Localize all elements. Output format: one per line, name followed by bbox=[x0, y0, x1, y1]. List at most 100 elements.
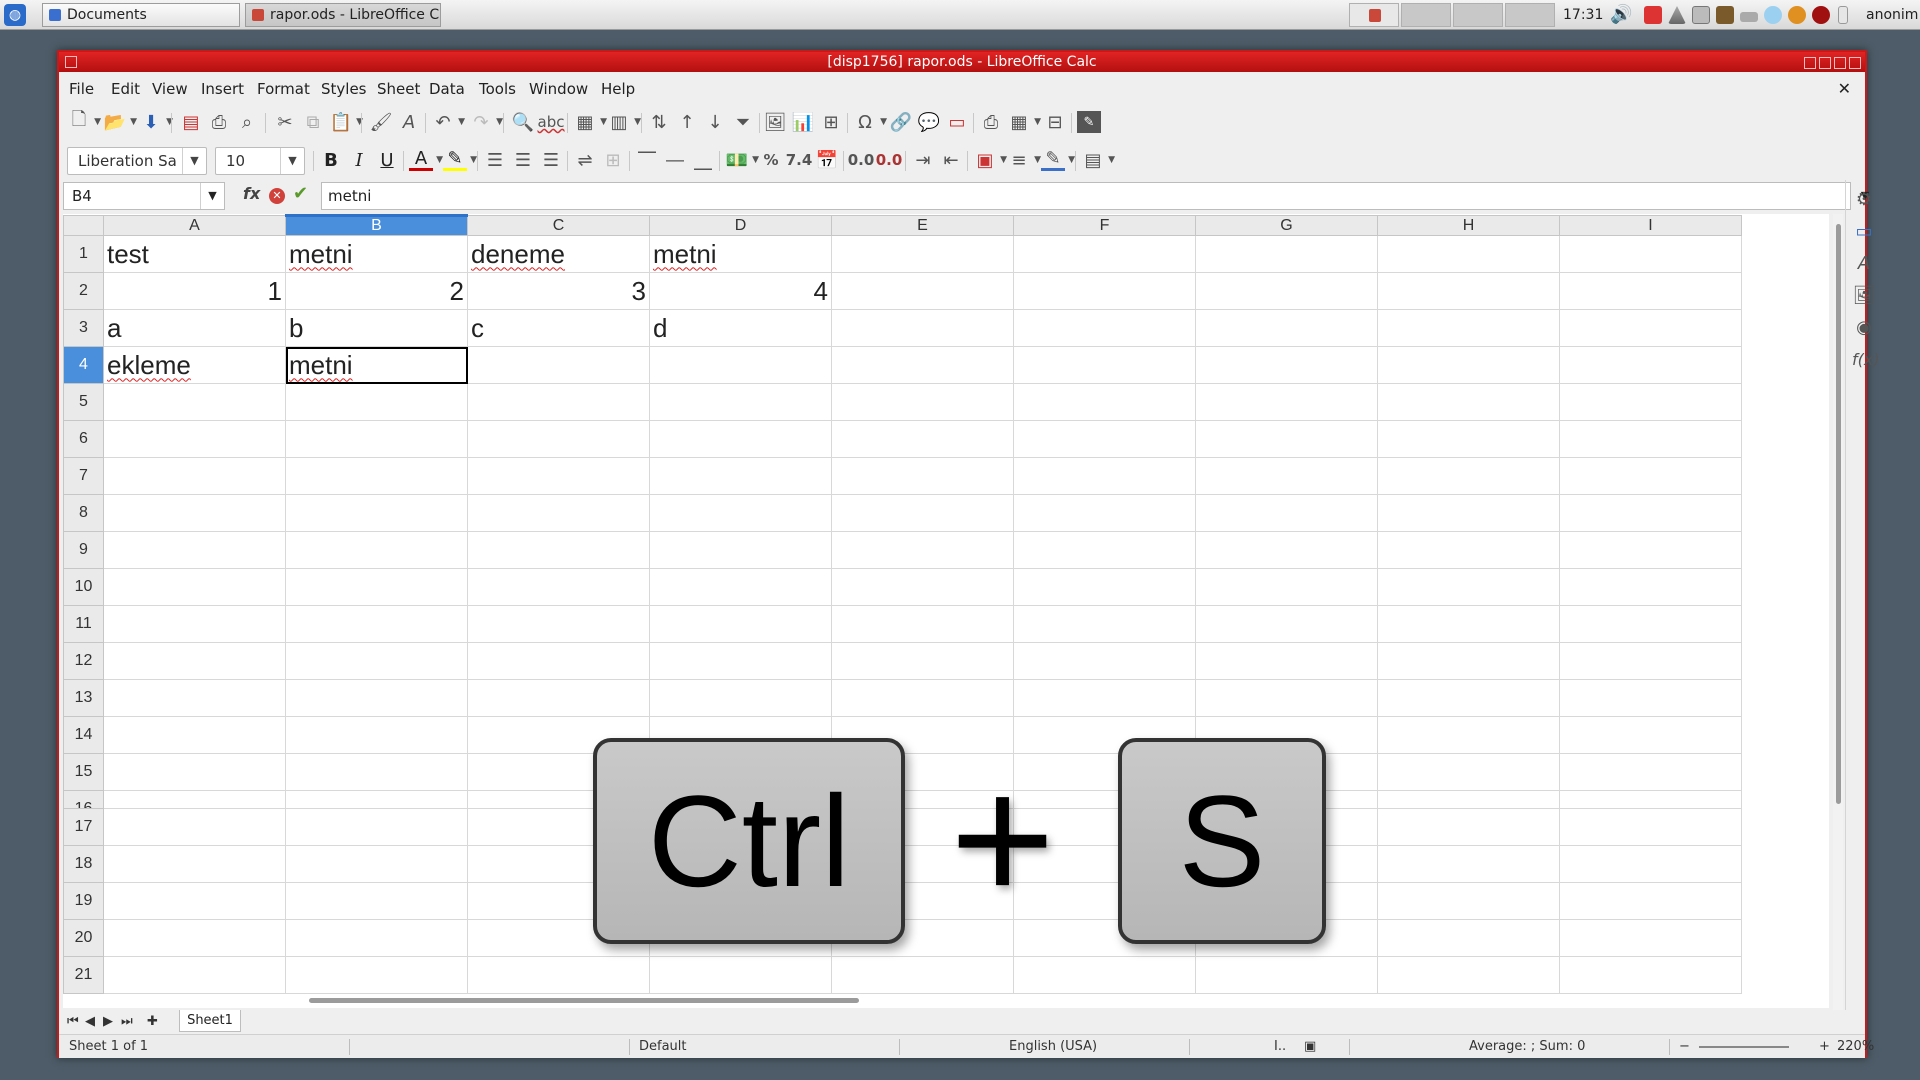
cell[interactable] bbox=[1559, 845, 1742, 883]
undo-icon[interactable]: ↶ ▼ bbox=[431, 111, 465, 133]
print-icon[interactable]: ⎙ bbox=[207, 111, 231, 133]
cell-b3[interactable]: b bbox=[285, 309, 468, 347]
cell[interactable] bbox=[649, 420, 832, 458]
document-modified-icon[interactable]: ▣ bbox=[1304, 1035, 1316, 1059]
cell[interactable] bbox=[103, 882, 286, 920]
cell-c3[interactable]: c bbox=[467, 309, 650, 347]
chevron-down-icon[interactable]: ▼ bbox=[280, 148, 304, 174]
cell[interactable] bbox=[285, 882, 468, 920]
cell[interactable] bbox=[1013, 494, 1196, 532]
column-header-d[interactable]: D bbox=[649, 215, 832, 236]
row-header[interactable]: 21 bbox=[63, 956, 104, 994]
package-icon[interactable] bbox=[1716, 6, 1734, 24]
display-icon[interactable] bbox=[1692, 6, 1710, 24]
zoom-slider[interactable] bbox=[1699, 1046, 1789, 1048]
cell[interactable] bbox=[467, 956, 650, 994]
cell[interactable] bbox=[285, 531, 468, 569]
number-format-icon[interactable]: 7.4 bbox=[786, 149, 813, 171]
cell[interactable] bbox=[1195, 457, 1378, 495]
cell[interactable] bbox=[103, 531, 286, 569]
menu-edit[interactable]: Edit bbox=[111, 76, 140, 102]
cell[interactable] bbox=[649, 383, 832, 421]
close-button[interactable] bbox=[1849, 57, 1861, 69]
cell[interactable] bbox=[467, 531, 650, 569]
center-vertically-icon[interactable]: ― bbox=[663, 149, 687, 171]
cell[interactable] bbox=[285, 753, 468, 791]
cell[interactable] bbox=[1195, 272, 1378, 310]
cell[interactable] bbox=[1377, 605, 1560, 643]
cell-a3[interactable]: a bbox=[103, 309, 286, 347]
row-header[interactable]: 18 bbox=[63, 845, 104, 883]
cell[interactable] bbox=[1559, 919, 1742, 957]
row-header[interactable]: 13 bbox=[63, 679, 104, 717]
column-header-g[interactable]: G bbox=[1195, 215, 1378, 236]
column-header-h[interactable]: H bbox=[1377, 215, 1560, 236]
column-header-e[interactable]: E bbox=[831, 215, 1014, 236]
find-replace-icon[interactable]: 🔍 bbox=[511, 111, 535, 133]
selection-summary[interactable]: Average: ; Sum: 0 bbox=[1469, 1035, 1585, 1059]
underline-icon[interactable]: U bbox=[375, 149, 399, 171]
cell[interactable] bbox=[1195, 420, 1378, 458]
cell[interactable] bbox=[1377, 790, 1560, 808]
cell[interactable] bbox=[103, 494, 286, 532]
menu-tools[interactable]: Tools bbox=[479, 76, 516, 102]
cell-a1[interactable]: test bbox=[103, 235, 286, 273]
cell-d1[interactable]: metni bbox=[649, 235, 832, 273]
add-decimal-icon[interactable]: 0.0 bbox=[848, 149, 875, 171]
column-icon[interactable]: ▥ ▼ bbox=[607, 111, 641, 133]
cell[interactable] bbox=[1559, 309, 1742, 347]
menu-data[interactable]: Data bbox=[429, 76, 465, 102]
cut-icon[interactable]: ✂ bbox=[273, 111, 297, 133]
cell[interactable] bbox=[467, 383, 650, 421]
cell[interactable] bbox=[831, 494, 1014, 532]
cell[interactable] bbox=[1559, 568, 1742, 606]
row-header[interactable]: 8 bbox=[63, 494, 104, 532]
cell[interactable] bbox=[1195, 309, 1378, 347]
row-header[interactable]: 3 bbox=[63, 309, 104, 347]
clear-formatting-icon[interactable]: A bbox=[397, 111, 421, 133]
cell[interactable] bbox=[649, 346, 832, 384]
italic-icon[interactable]: I bbox=[347, 149, 371, 171]
cell[interactable] bbox=[467, 642, 650, 680]
cell[interactable] bbox=[285, 457, 468, 495]
cell[interactable] bbox=[831, 272, 1014, 310]
split-window-icon[interactable]: ⊟ bbox=[1043, 111, 1067, 133]
cell[interactable] bbox=[103, 679, 286, 717]
properties-icon[interactable]: ▭ bbox=[1852, 220, 1876, 244]
username[interactable]: anonim bbox=[1866, 0, 1918, 30]
previous-sheet-icon[interactable]: ◀ bbox=[85, 1014, 95, 1029]
workspace-1[interactable] bbox=[1349, 3, 1399, 27]
next-sheet-icon[interactable]: ▶ bbox=[103, 1014, 113, 1029]
cell[interactable] bbox=[1377, 642, 1560, 680]
cell[interactable] bbox=[831, 568, 1014, 606]
date-format-icon[interactable]: 📅 bbox=[815, 149, 839, 171]
cell-b2[interactable]: 2 bbox=[285, 272, 468, 310]
cell[interactable] bbox=[103, 605, 286, 643]
gear-icon[interactable]: ⚙ bbox=[1852, 188, 1876, 212]
cell[interactable] bbox=[467, 605, 650, 643]
settings-icon[interactable] bbox=[1788, 6, 1806, 24]
cell[interactable] bbox=[285, 956, 468, 994]
cell[interactable] bbox=[1377, 272, 1560, 310]
cell[interactable] bbox=[1013, 568, 1196, 606]
cell[interactable] bbox=[1377, 679, 1560, 717]
row-header[interactable]: 10 bbox=[63, 568, 104, 606]
cell[interactable] bbox=[649, 457, 832, 495]
cell[interactable] bbox=[831, 956, 1014, 994]
cell[interactable] bbox=[103, 716, 286, 754]
cell[interactable] bbox=[1377, 457, 1560, 495]
cell-a2[interactable]: 1 bbox=[103, 272, 286, 310]
cell[interactable] bbox=[1559, 457, 1742, 495]
spreadsheet-grid-lower[interactable]: 17 18 19 20 21 bbox=[63, 808, 1829, 1008]
cell[interactable] bbox=[285, 568, 468, 606]
font-name-box[interactable]: Liberation Sa ▼ bbox=[67, 147, 207, 175]
cell[interactable] bbox=[1377, 346, 1560, 384]
styles-icon[interactable]: A bbox=[1852, 252, 1876, 276]
cell[interactable] bbox=[103, 919, 286, 957]
cell[interactable] bbox=[285, 808, 468, 846]
row-header[interactable]: 19 bbox=[63, 882, 104, 920]
cell[interactable] bbox=[1013, 642, 1196, 680]
font-size-box[interactable]: 10 ▼ bbox=[215, 147, 305, 175]
row-header[interactable]: 9 bbox=[63, 531, 104, 569]
cell[interactable] bbox=[1559, 808, 1742, 846]
